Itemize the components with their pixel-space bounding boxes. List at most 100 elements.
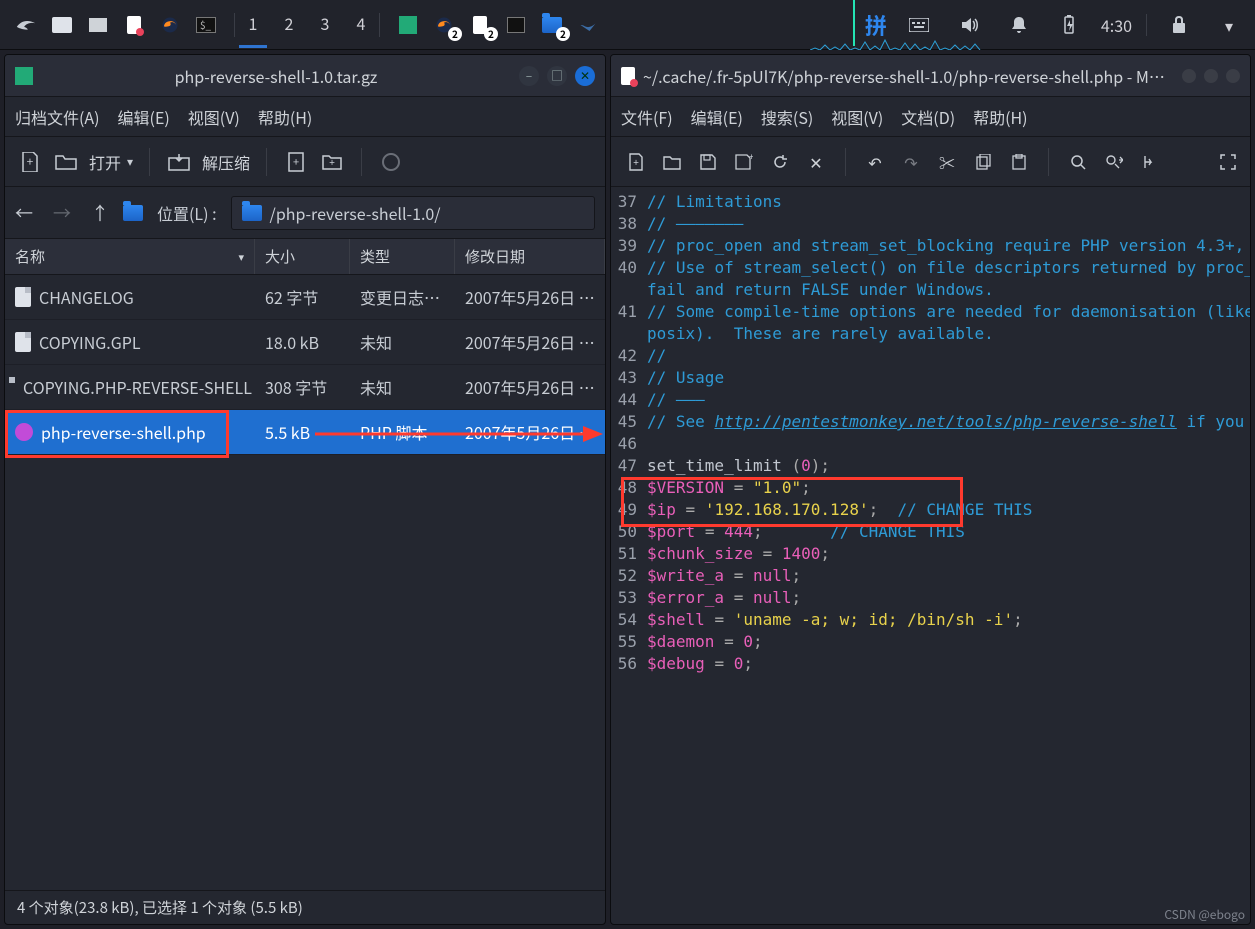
files-icon[interactable] <box>48 11 76 39</box>
code-editor[interactable]: 37// Limitations 38// ——————— 39// proc_… <box>611 187 1250 924</box>
archive-window: php-reverse-shell-1.0.tar.gz – □ ✕ 归档文件(… <box>4 54 606 925</box>
editor-menubar[interactable]: 文件(F) 编辑(E) 搜索(S) 视图(V) 文档(D) 帮助(H) <box>611 97 1250 137</box>
clock[interactable]: 4:30 <box>1101 13 1132 37</box>
file-row[interactable]: COPYING.GPL18.0 kB未知2007年5月26日 12:… <box>5 320 605 365</box>
editor-task-icon[interactable]: 2 <box>466 11 494 39</box>
file-size: 62 字节 <box>255 285 350 309</box>
menu-edit[interactable]: 编辑(E) <box>691 105 743 129</box>
terminal-icon[interactable]: $_ <box>192 11 220 39</box>
maximize-button[interactable]: □ <box>547 66 567 86</box>
file-list[interactable]: CHANGELOG62 字节变更日志文档2007年5月26日 12:…COPYI… <box>5 275 605 890</box>
notifications-icon[interactable] <box>1005 11 1033 39</box>
file-row[interactable]: CHANGELOG62 字节变更日志文档2007年5月26日 12:… <box>5 275 605 320</box>
redo-button[interactable]: ↷ <box>898 149 924 175</box>
file-type: PHP 脚本 <box>350 420 455 444</box>
archive-titlebar[interactable]: php-reverse-shell-1.0.tar.gz – □ ✕ <box>5 55 605 97</box>
stop-button <box>378 149 404 175</box>
copy-button[interactable] <box>970 149 996 175</box>
file-name: CHANGELOG <box>39 285 134 309</box>
open-label[interactable]: 打开 <box>89 150 121 174</box>
terminal-task-icon[interactable] <box>502 11 530 39</box>
open-dropdown[interactable]: ▾ <box>127 153 133 170</box>
folder-icon <box>242 205 262 221</box>
cut-button[interactable]: ✂ <box>934 149 960 175</box>
file-date: 2007年5月26日 12:… <box>455 420 605 444</box>
undo-button[interactable]: ↶ <box>862 149 888 175</box>
path-field[interactable]: /php-reverse-shell-1.0/ <box>231 196 595 230</box>
file-manager-icon[interactable] <box>84 11 112 39</box>
file-row[interactable]: COPYING.PHP-REVERSE-SHELL308 字节未知2007年5月… <box>5 365 605 410</box>
extract-label[interactable]: 解压缩 <box>202 150 250 174</box>
col-name[interactable]: 名称▾ <box>5 239 255 274</box>
paste-button[interactable] <box>1006 149 1032 175</box>
open-archive-button[interactable] <box>53 149 79 175</box>
add-folder-button[interactable]: + <box>319 149 345 175</box>
firefox-task-icon[interactable]: 2 <box>430 11 458 39</box>
svg-text:+: + <box>749 154 753 163</box>
search-replace-button[interactable] <box>1101 149 1127 175</box>
file-size: 18.0 kB <box>255 330 350 354</box>
editor-maximize-button[interactable] <box>1204 69 1218 83</box>
search-button[interactable] <box>1065 149 1091 175</box>
file-name: COPYING.GPL <box>39 330 141 354</box>
menu-document[interactable]: 文档(D) <box>901 105 955 129</box>
fullscreen-button[interactable] <box>1218 152 1238 172</box>
location-label: 位置(L) : <box>157 201 217 225</box>
editor-minimize-button[interactable] <box>1182 69 1196 83</box>
goto-line-button[interactable] <box>1137 149 1163 175</box>
battery-icon[interactable] <box>1055 11 1083 39</box>
save-as-button[interactable]: + <box>731 149 757 175</box>
file-row[interactable]: php-reverse-shell.php5.5 kBPHP 脚本2007年5月… <box>5 410 605 455</box>
save-button[interactable] <box>695 149 721 175</box>
editor-icon[interactable] <box>120 11 148 39</box>
column-headers[interactable]: 名称▾ 大小 类型 修改日期 <box>5 239 605 275</box>
extract-button-icon[interactable] <box>166 149 192 175</box>
archive-app-icon[interactable] <box>394 11 422 39</box>
col-size[interactable]: 大小 <box>255 239 350 274</box>
menu-help[interactable]: 帮助(H) <box>258 105 312 129</box>
wireshark-icon[interactable] <box>574 11 602 39</box>
svg-text:+: + <box>27 153 34 170</box>
add-files-button[interactable]: + <box>283 149 309 175</box>
menu-file[interactable]: 归档文件(A) <box>15 105 100 129</box>
lock-icon[interactable] <box>1165 11 1193 39</box>
status-text: 4 个对象(23.8 kB), 已选择 1 个对象 (5.5 kB) <box>17 897 303 918</box>
editor-close-button[interactable] <box>1226 69 1240 83</box>
menu-search[interactable]: 搜索(S) <box>761 105 813 129</box>
close-button[interactable]: ✕ <box>575 66 595 86</box>
up-button[interactable]: ↑ <box>91 200 109 226</box>
system-panel[interactable]: $_ 1 2 3 4 2 2 2 拼 4:30 ▾ <box>0 0 1255 50</box>
minimize-button[interactable]: – <box>519 66 539 86</box>
editor-titlebar[interactable]: ~/.cache/.fr-5pUl7K/php-reverse-shell-1.… <box>611 55 1250 97</box>
new-file-button[interactable]: + <box>623 149 649 175</box>
menu-help[interactable]: 帮助(H) <box>973 105 1027 129</box>
svg-text:+: + <box>293 154 299 170</box>
workspace-3[interactable]: 3 <box>311 2 339 48</box>
col-date[interactable]: 修改日期 <box>455 239 605 274</box>
home-folder-icon[interactable] <box>123 205 143 221</box>
firefox-icon[interactable] <box>156 11 184 39</box>
menu-file[interactable]: 文件(F) <box>621 105 673 129</box>
back-button[interactable]: ← <box>15 200 33 226</box>
workspace-4[interactable]: 4 <box>347 2 375 48</box>
forward-button[interactable]: → <box>53 200 71 226</box>
workspace-2[interactable]: 2 <box>275 2 303 48</box>
menu-view[interactable]: 视图(V) <box>188 105 240 129</box>
close-tab-button[interactable]: ✕ <box>803 149 829 175</box>
document-icon <box>15 287 31 307</box>
file-date: 2007年5月26日 12:… <box>455 375 605 399</box>
menu-view[interactable]: 视图(V) <box>831 105 883 129</box>
workspace-1[interactable]: 1 <box>239 2 267 48</box>
menu-edit[interactable]: 编辑(E) <box>118 105 170 129</box>
power-icon[interactable]: ▾ <box>1215 11 1243 39</box>
archive-statusbar: 4 个对象(23.8 kB), 已选择 1 个对象 (5.5 kB) <box>5 890 605 924</box>
svg-text:+: + <box>329 154 335 169</box>
file-size: 308 字节 <box>255 375 350 399</box>
open-file-button[interactable] <box>659 149 685 175</box>
kali-logo-icon[interactable] <box>12 11 40 39</box>
folder-task-icon[interactable]: 2 <box>538 11 566 39</box>
archive-menubar[interactable]: 归档文件(A) 编辑(E) 视图(V) 帮助(H) <box>5 97 605 137</box>
reload-button[interactable] <box>767 149 793 175</box>
col-type[interactable]: 类型 <box>350 239 455 274</box>
new-archive-button[interactable]: + <box>17 149 43 175</box>
